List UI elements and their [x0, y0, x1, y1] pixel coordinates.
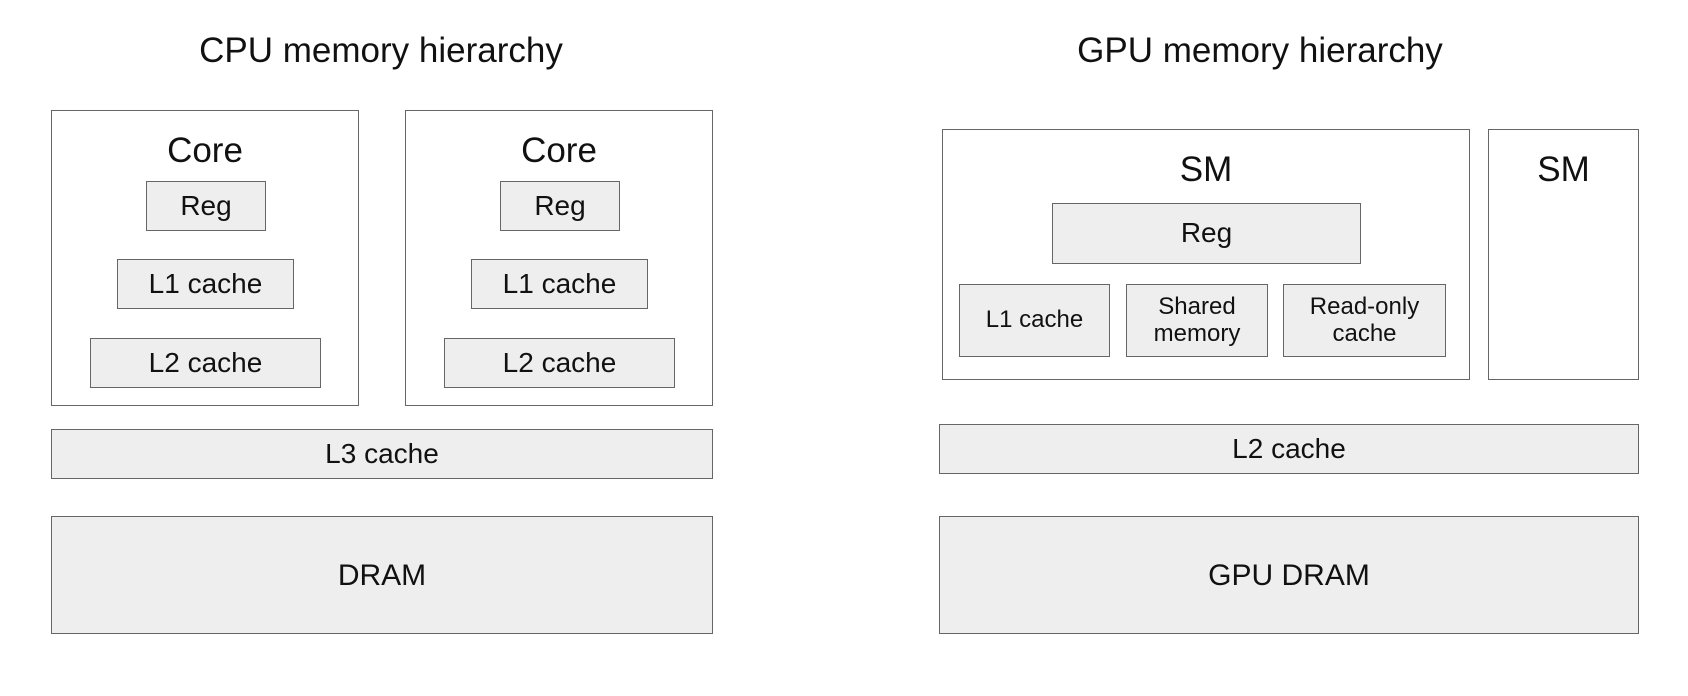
cpu-l3-cache: L3 cache [51, 429, 713, 479]
cpu-core-1-label: Core [167, 131, 243, 170]
gpu-sm-main-label: SM [1179, 150, 1233, 189]
cpu-core-1-l1-cache: L1 cache [117, 259, 294, 309]
gpu-sm-read-only-cache: Read-only cache [1283, 284, 1446, 357]
gpu-sm-reg: Reg [1052, 203, 1361, 264]
cpu-core-1-l2-cache: L2 cache [90, 338, 321, 388]
gpu-sm-second: SM [1488, 129, 1639, 380]
cpu-core-1-reg: Reg [146, 181, 266, 231]
gpu-sm-shared-memory: Shared memory [1126, 284, 1268, 357]
cpu-core-2-reg: Reg [500, 181, 620, 231]
cpu-core-2-l2-cache: L2 cache [444, 338, 675, 388]
cpu-core-2: Core Reg L1 cache L2 cache [405, 110, 713, 406]
gpu-title: GPU memory hierarchy [1077, 31, 1443, 70]
gpu-sm-l1-cache: L1 cache [959, 284, 1110, 357]
cpu-core-2-l1-cache: L1 cache [471, 259, 648, 309]
cpu-title: CPU memory hierarchy [199, 31, 563, 70]
cpu-dram: DRAM [51, 516, 713, 634]
gpu-sm-second-label: SM [1537, 150, 1590, 189]
gpu-sm-main: SM Reg L1 cache Shared memory Read-only … [942, 129, 1470, 380]
gpu-l2-cache: L2 cache [939, 424, 1639, 474]
cpu-core-1: Core Reg L1 cache L2 cache [51, 110, 359, 406]
cpu-core-2-label: Core [521, 131, 597, 170]
gpu-dram: GPU DRAM [939, 516, 1639, 634]
